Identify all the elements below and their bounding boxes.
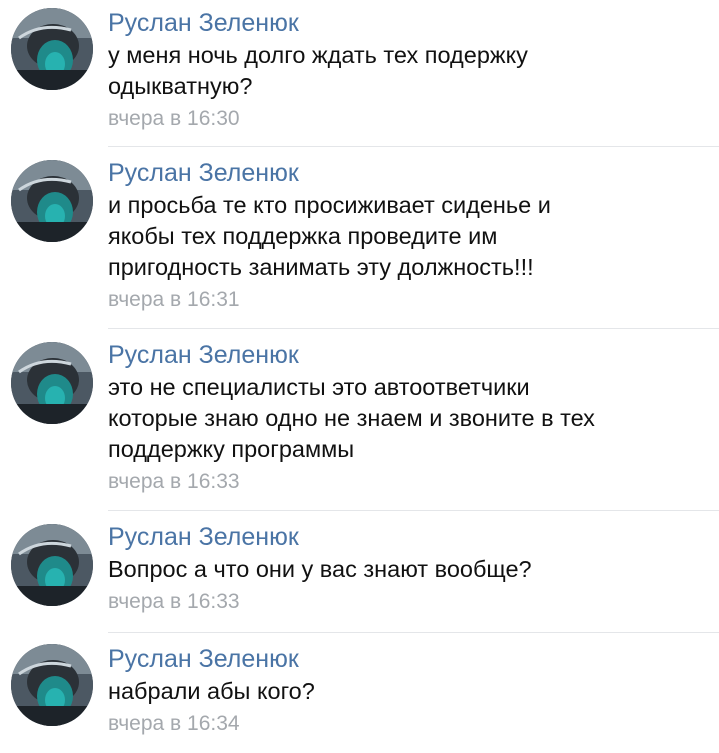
- message-item: Руслан Зеленюк набрали абы кого? вчера в…: [0, 636, 719, 753]
- divider: [108, 146, 719, 147]
- avatar[interactable]: [11, 160, 93, 242]
- author-name[interactable]: Руслан Зеленюк: [108, 644, 713, 674]
- message-timestamp[interactable]: вчера в 16:33: [108, 589, 713, 615]
- message-timestamp[interactable]: вчера в 16:31: [108, 287, 713, 313]
- message-timestamp[interactable]: вчера в 16:30: [108, 106, 713, 132]
- divider: [108, 328, 719, 329]
- avatar-image-icon: [11, 8, 93, 90]
- avatar-image-icon: [11, 160, 93, 242]
- author-name[interactable]: Руслан Зеленюк: [108, 522, 713, 552]
- message-timestamp[interactable]: вчера в 16:33: [108, 469, 713, 495]
- avatar[interactable]: [11, 8, 93, 90]
- author-name[interactable]: Руслан Зеленюк: [108, 340, 713, 370]
- divider: [108, 510, 719, 511]
- author-name[interactable]: Руслан Зеленюк: [108, 158, 713, 188]
- avatar[interactable]: [11, 644, 93, 726]
- message-text: и просьба те кто просиживает сиденье и я…: [108, 192, 551, 280]
- avatar-image-icon: [11, 524, 93, 606]
- message-item: Руслан Зеленюк у меня ночь долго ждать т…: [0, 0, 719, 148]
- avatar[interactable]: [11, 524, 93, 606]
- message-feed: Руслан Зеленюк у меня ночь долго ждать т…: [0, 0, 719, 753]
- message-item: Руслан Зеленюк Вопрос а что они у вас зн…: [0, 514, 719, 634]
- avatar-image-icon: [11, 342, 93, 424]
- author-name[interactable]: Руслан Зеленюк: [108, 8, 713, 38]
- message-text: Вопрос а что они у вас знают вообще?: [108, 556, 532, 582]
- message-item: Руслан Зеленюк это не специалисты это ав…: [0, 332, 719, 512]
- message-text: набрали абы кого?: [108, 678, 315, 704]
- message-text: у меня ночь долго ждать тех подержку оды…: [108, 42, 528, 99]
- message-item: Руслан Зеленюк и просьба те кто просижив…: [0, 150, 719, 330]
- divider: [108, 632, 719, 633]
- avatar[interactable]: [11, 342, 93, 424]
- message-text: это не специалисты это автоответчики кот…: [108, 374, 595, 462]
- avatar-image-icon: [11, 644, 93, 726]
- message-timestamp[interactable]: вчера в 16:34: [108, 711, 713, 737]
